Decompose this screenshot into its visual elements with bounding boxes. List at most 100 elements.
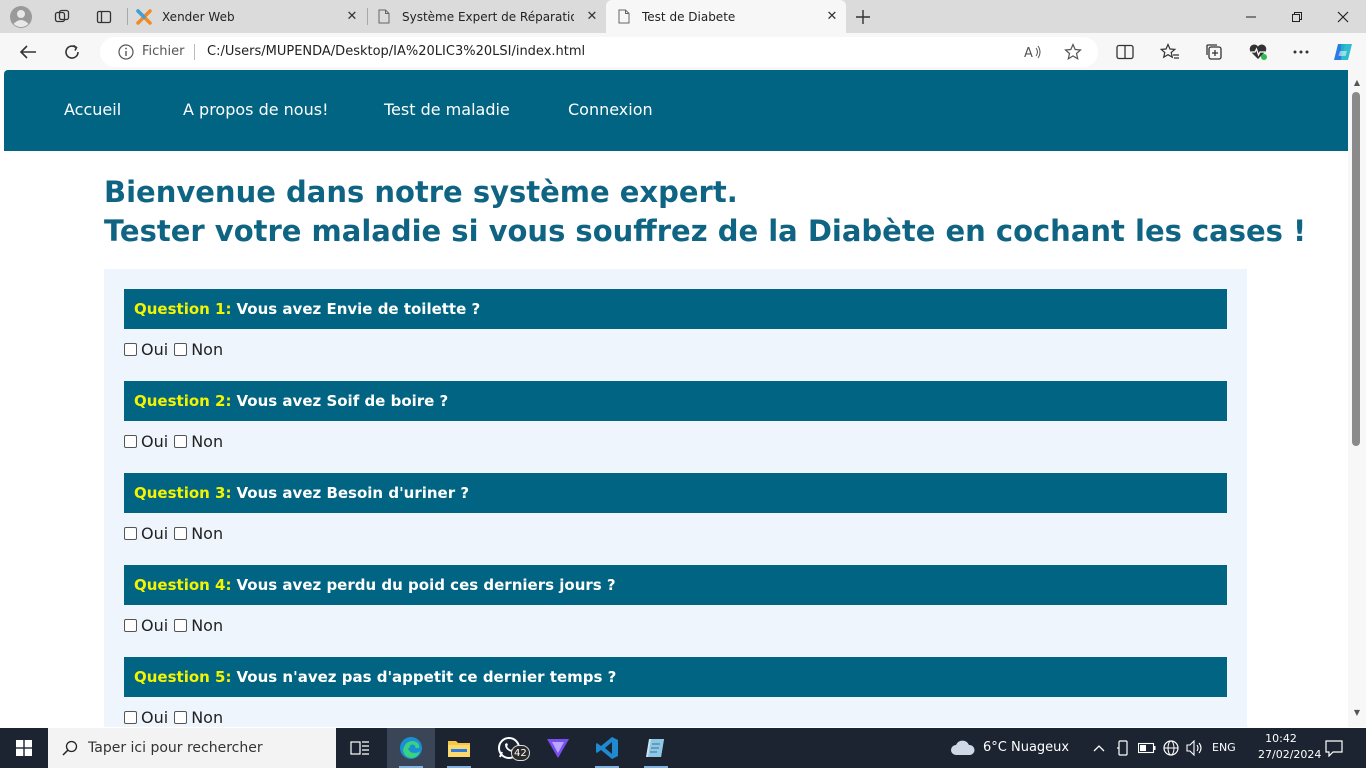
page-scrollbar[interactable]: ▲ ▼ bbox=[1348, 70, 1366, 727]
address-bar[interactable]: Fichier C:/Users/MUPENDA/Desktop/IA%20LI… bbox=[100, 37, 1098, 67]
svg-text:A: A bbox=[1024, 46, 1033, 60]
task-view-button[interactable] bbox=[336, 728, 384, 768]
folder-icon bbox=[448, 741, 470, 757]
checkbox-oui[interactable] bbox=[124, 526, 137, 540]
new-tab-button[interactable] bbox=[846, 3, 880, 31]
tab-title: Test de Diabete bbox=[642, 9, 736, 24]
notifications-icon[interactable] bbox=[1324, 739, 1344, 757]
more-dots-icon bbox=[1293, 50, 1309, 54]
question-text: Vous avez Envie de toilette ? bbox=[236, 300, 481, 318]
cloud-icon[interactable] bbox=[950, 739, 976, 757]
nav-connexion[interactable]: Connexion bbox=[568, 100, 653, 119]
answer-row: Oui Non bbox=[124, 614, 229, 636]
weather-text[interactable]: 6°C Nuageux bbox=[983, 740, 1069, 755]
scrollbar-thumb[interactable] bbox=[1352, 92, 1360, 446]
checkbox-non[interactable] bbox=[174, 618, 188, 632]
minimize-button[interactable] bbox=[1228, 0, 1274, 33]
question-number: Question 3: bbox=[134, 484, 232, 502]
back-button[interactable] bbox=[13, 37, 43, 67]
info-icon[interactable] bbox=[118, 44, 134, 60]
windows-taskbar: Taper ici pour rechercher 42 6°C Nuageux bbox=[0, 728, 1366, 768]
tab-xender-web[interactable]: Xender Web ✕ bbox=[136, 0, 366, 33]
favorites-list-icon bbox=[1160, 43, 1179, 59]
checkbox-non[interactable] bbox=[174, 342, 188, 356]
title-line-1: Bienvenue dans notre système expert. bbox=[104, 175, 738, 209]
close-tab-icon[interactable]: ✕ bbox=[344, 8, 360, 24]
address-divider bbox=[194, 44, 195, 60]
refresh-button[interactable] bbox=[57, 37, 87, 67]
checkbox-oui[interactable] bbox=[124, 618, 137, 632]
tab-actions-button[interactable] bbox=[87, 3, 121, 31]
page-viewport: Accueil A propos de nous! Test de maladi… bbox=[4, 70, 1348, 727]
search-icon bbox=[62, 740, 78, 756]
answer-label: Non bbox=[191, 523, 224, 543]
notification-badge: 42 bbox=[511, 745, 530, 761]
tab-divider bbox=[367, 8, 368, 25]
scroll-up-arrow-icon[interactable]: ▲ bbox=[1351, 76, 1363, 88]
checkbox-oui[interactable] bbox=[124, 710, 137, 724]
checkbox-oui[interactable] bbox=[124, 434, 137, 448]
question-header: Question 3: Vous avez Besoin d'uriner ? bbox=[124, 473, 1227, 513]
nav-a-propos[interactable]: A propos de nous! bbox=[183, 100, 328, 119]
page-title: Bienvenue dans notre système expert. Tes… bbox=[104, 173, 1334, 251]
back-arrow-icon bbox=[19, 45, 36, 59]
answer-label: Oui bbox=[141, 615, 169, 635]
tab-systeme-expert[interactable]: Système Expert de Réparation d'I ✕ bbox=[376, 0, 606, 33]
url-text[interactable]: C:/Users/MUPENDA/Desktop/IA%20LIC3%20LSI… bbox=[207, 44, 585, 59]
tab-title: Xender Web bbox=[162, 9, 235, 24]
globe-network-icon[interactable] bbox=[1162, 739, 1180, 757]
restore-button[interactable] bbox=[1274, 0, 1320, 33]
taskbar-search[interactable]: Taper ici pour rechercher bbox=[48, 728, 336, 768]
nav-test-de-maladie[interactable]: Test de maladie bbox=[384, 100, 510, 119]
language-indicator[interactable]: ENG bbox=[1212, 741, 1236, 754]
clock[interactable]: 10:42 27/02/2024 bbox=[1258, 731, 1321, 763]
question-header: Question 1: Vous avez Envie de toilette … bbox=[124, 289, 1227, 329]
start-button[interactable] bbox=[0, 728, 48, 768]
favorite-star-icon[interactable] bbox=[1064, 43, 1082, 61]
close-tab-icon[interactable]: ✕ bbox=[824, 8, 840, 24]
taskbar-vscode[interactable] bbox=[583, 728, 631, 768]
clock-time: 10:42 bbox=[1265, 732, 1297, 745]
device-icon[interactable] bbox=[1114, 739, 1132, 757]
question-text: Vous avez Besoin d'uriner ? bbox=[236, 484, 470, 502]
copilot-button[interactable] bbox=[1331, 40, 1355, 64]
close-tab-icon[interactable]: ✕ bbox=[584, 8, 600, 24]
document-icon bbox=[376, 9, 392, 25]
chevron-up-icon[interactable] bbox=[1090, 739, 1108, 757]
collections-button[interactable] bbox=[1202, 40, 1226, 64]
split-screen-button[interactable] bbox=[1113, 40, 1137, 64]
taskbar-notebook-app[interactable] bbox=[632, 728, 680, 768]
scroll-down-arrow-icon[interactable]: ▼ bbox=[1351, 706, 1363, 718]
close-window-button[interactable] bbox=[1320, 0, 1366, 33]
question-text: Vous avez Soif de boire ? bbox=[236, 392, 449, 410]
checkbox-oui[interactable] bbox=[124, 342, 137, 356]
browser-essentials-button[interactable] bbox=[1246, 40, 1270, 64]
search-placeholder: Taper ici pour rechercher bbox=[88, 740, 263, 756]
battery-icon[interactable] bbox=[1138, 739, 1156, 757]
profile-button[interactable] bbox=[4, 3, 38, 31]
question-header: Question 5: Vous n'avez pas d'appetit ce… bbox=[124, 657, 1227, 697]
more-options-button[interactable] bbox=[1289, 40, 1313, 64]
tab-test-de-diabete[interactable]: Test de Diabete ✕ bbox=[606, 0, 846, 33]
volume-icon[interactable] bbox=[1186, 739, 1204, 757]
site-navigation: Accueil A propos de nous! Test de maladi… bbox=[4, 70, 1348, 151]
taskbar-proton-vpn[interactable] bbox=[534, 728, 582, 768]
answer-label: Non bbox=[191, 707, 224, 727]
nav-accueil[interactable]: Accueil bbox=[64, 100, 121, 119]
checkbox-non[interactable] bbox=[174, 710, 188, 724]
question-text: Vous avez perdu du poid ces derniers jou… bbox=[236, 576, 616, 594]
favorites-button[interactable] bbox=[1158, 40, 1182, 64]
taskbar-file-explorer[interactable] bbox=[435, 728, 483, 768]
taskbar-edge[interactable] bbox=[387, 728, 435, 768]
question-number: Question 1: bbox=[134, 300, 232, 318]
plus-icon bbox=[856, 10, 870, 24]
workspaces-button[interactable] bbox=[45, 3, 79, 31]
close-icon bbox=[1337, 11, 1349, 22]
taskbar-whatsapp[interactable]: 42 bbox=[485, 728, 533, 768]
read-aloud-icon[interactable]: A bbox=[1024, 43, 1042, 61]
answer-label: Oui bbox=[141, 707, 169, 727]
checkbox-non[interactable] bbox=[174, 434, 188, 448]
checkbox-non[interactable] bbox=[174, 526, 188, 540]
question-header: Question 4: Vous avez perdu du poid ces … bbox=[124, 565, 1227, 605]
split-screen-icon bbox=[1116, 44, 1134, 60]
